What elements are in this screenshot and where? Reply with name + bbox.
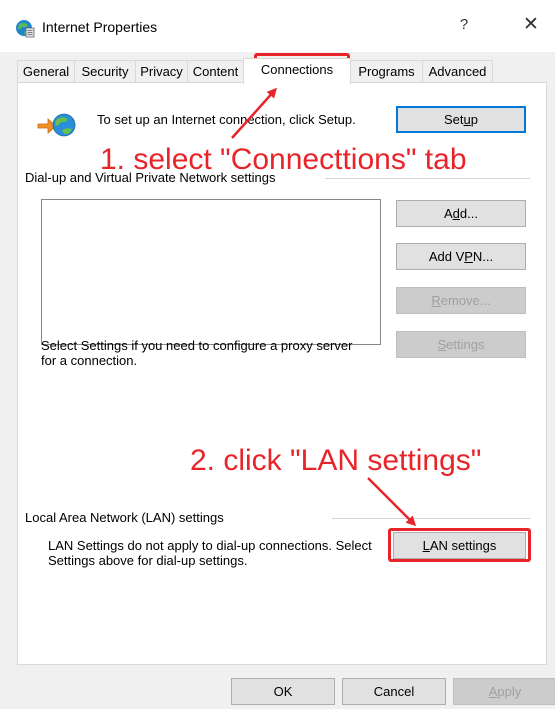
internet-options-icon [16, 20, 35, 38]
remove-button[interactable]: Remove... [396, 287, 526, 314]
add-vpn-button[interactable]: Add VPN... [396, 243, 526, 270]
tab-programs[interactable]: Programs [350, 60, 423, 83]
setup-description: To set up an Internet connection, click … [97, 112, 356, 127]
help-button[interactable]: ? [454, 16, 474, 33]
tab-content[interactable]: Content [187, 60, 244, 83]
settings-button[interactable]: Settings [396, 331, 526, 358]
globe-connection-icon [37, 113, 76, 137]
title-bar: Internet Properties ? ✕ [0, 0, 555, 52]
apply-button[interactable]: Apply [453, 678, 555, 705]
tab-advanced[interactable]: Advanced [422, 60, 493, 83]
cancel-button[interactable]: Cancel [342, 678, 446, 705]
tab-privacy[interactable]: Privacy [135, 60, 188, 83]
tab-strip: General Security Privacy Content Connect… [17, 58, 547, 84]
lan-info-text: LAN Settings do not apply to dial-up con… [48, 538, 372, 568]
step2-annotation: 2. click "LAN settings" [190, 444, 482, 477]
tab-security[interactable]: Security [74, 60, 136, 83]
lan-group-label: Local Area Network (LAN) settings [25, 510, 224, 525]
tab-connections[interactable]: Connections [243, 58, 351, 84]
lan-group-divider [332, 518, 530, 519]
add-button[interactable]: Add... [396, 200, 526, 227]
tab-general[interactable]: General [17, 60, 75, 83]
ok-button[interactable]: OK [231, 678, 335, 705]
proxy-info-text: Select Settings if you need to configure… [41, 338, 353, 368]
step1-annotation: 1. select "Connecttions" tab [100, 143, 467, 176]
window-title: Internet Properties [42, 19, 158, 35]
dialup-group-divider [325, 178, 530, 179]
close-button[interactable]: ✕ [519, 13, 543, 36]
connections-list[interactable] [41, 199, 381, 345]
lan-settings-highlight [388, 528, 531, 562]
setup-button[interactable]: Setup [396, 106, 526, 133]
